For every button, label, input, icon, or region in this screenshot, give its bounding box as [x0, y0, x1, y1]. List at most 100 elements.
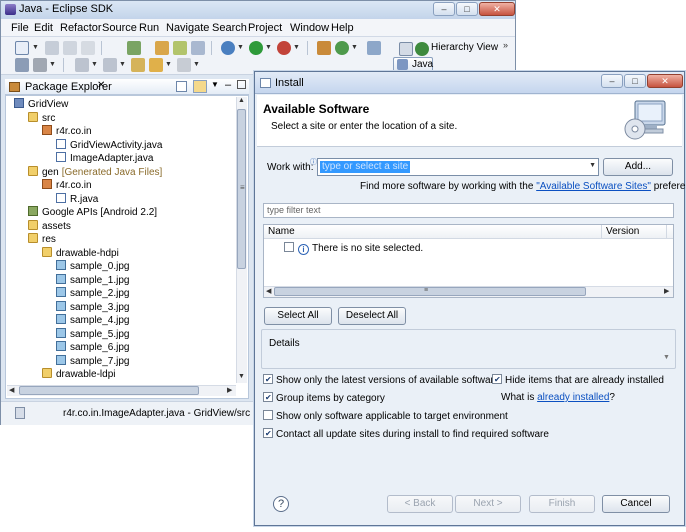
tree-item[interactable]: drawable-ldpi — [42, 368, 115, 381]
option-target-environment[interactable]: Show only software applicable to target … — [263, 410, 508, 422]
tree-item[interactable]: GridView — [14, 98, 68, 111]
option-contact-update-sites[interactable]: Contact all update sites during install … — [263, 428, 549, 440]
tree-item[interactable]: sample_5.jpg — [56, 327, 129, 341]
previous-annotation-icon[interactable] — [103, 58, 117, 72]
already-installed-link[interactable]: already installed — [537, 392, 609, 403]
dialog-maximize-button[interactable]: □ — [624, 74, 646, 88]
latest-versions-checkbox[interactable] — [263, 374, 273, 385]
work-with-combo[interactable]: type or select a site ▼ — [317, 158, 599, 176]
new-class-icon[interactable] — [335, 41, 349, 55]
scroll-right-icon[interactable]: ▶ — [664, 287, 669, 295]
save-icon[interactable] — [45, 41, 59, 55]
chevron-down-icon[interactable]: ▼ — [91, 61, 98, 68]
chevron-down-icon[interactable]: ▼ — [165, 61, 172, 68]
filter-input[interactable]: type filter text — [263, 203, 674, 218]
menu-navigate[interactable]: Navigate — [166, 22, 209, 34]
maximize-view-icon[interactable] — [237, 80, 246, 89]
scroll-left-icon[interactable]: ◀ — [266, 287, 271, 295]
new-android-project-icon[interactable] — [173, 41, 187, 55]
tree-item[interactable]: sample_6.jpg — [56, 341, 129, 354]
menu-source[interactable]: Source — [102, 22, 137, 34]
table-scrollbar-thumb[interactable] — [274, 287, 586, 296]
menu-run[interactable]: Run — [139, 22, 159, 34]
scroll-up-icon[interactable]: ▲ — [238, 97, 245, 104]
close-button[interactable]: ✕ — [479, 2, 515, 16]
add-site-button[interactable]: Add... — [603, 158, 673, 176]
table-row[interactable]: i There is no site selected. — [284, 242, 423, 255]
last-edit-icon[interactable] — [131, 58, 145, 72]
chevron-down-icon[interactable]: ▼ — [293, 44, 300, 51]
hide-installed-checkbox[interactable] — [492, 374, 502, 385]
next-button[interactable]: Next > — [455, 495, 521, 513]
tree-item[interactable]: src — [28, 111, 55, 125]
tree-item[interactable]: assets — [28, 219, 71, 233]
collapse-all-icon[interactable] — [176, 81, 187, 92]
dialog-close-button[interactable]: ✕ — [647, 74, 683, 88]
tree-item[interactable]: ImageAdapter.java — [56, 152, 153, 165]
scroll-down-icon[interactable]: ▼ — [238, 373, 245, 380]
minimize-button[interactable]: – — [433, 2, 455, 16]
menu-search[interactable]: Search — [212, 22, 247, 34]
search-icon[interactable] — [367, 41, 381, 55]
tree-item[interactable]: GridViewActivity.java — [56, 138, 162, 152]
column-version[interactable]: Version — [606, 226, 639, 237]
view-menu-icon[interactable]: ▼ — [211, 80, 219, 89]
tree-item[interactable]: R.java — [56, 192, 98, 206]
back-icon[interactable] — [149, 58, 163, 72]
tree-item[interactable]: sample_7.jpg — [56, 354, 129, 368]
tree-item[interactable]: Google APIs [Android 2.2] — [28, 206, 157, 219]
column-divider[interactable] — [601, 225, 602, 239]
save-all-icon[interactable] — [63, 41, 77, 55]
tree-item[interactable]: r4r.co.in — [42, 179, 92, 192]
tree-item[interactable]: gen [Generated Java Files] — [28, 165, 162, 179]
package-explorer-tab[interactable]: Package Explorer ✕ ▼ – — [5, 79, 249, 95]
menu-project[interactable]: Project — [248, 22, 282, 34]
menu-window[interactable]: Window — [290, 22, 329, 34]
next-annotation-icon[interactable] — [75, 58, 89, 72]
more-perspectives-icon[interactable]: » — [503, 40, 508, 50]
minimize-view-icon[interactable]: – — [225, 79, 231, 91]
back-button[interactable]: < Back — [387, 495, 453, 513]
column-name[interactable]: Name — [268, 226, 295, 237]
run-icon[interactable] — [249, 41, 263, 55]
tree-item[interactable]: sample_1.jpg — [56, 273, 129, 287]
target-environment-checkbox[interactable] — [263, 410, 273, 420]
open-project-icon[interactable] — [15, 58, 29, 72]
contact-update-sites-checkbox[interactable] — [263, 428, 273, 439]
deselect-all-button[interactable]: Deselect All — [338, 307, 406, 325]
chevron-down-icon[interactable]: ▼ — [119, 61, 126, 68]
option-hide-installed[interactable]: Hide items that are already installed — [492, 374, 664, 386]
forward-icon[interactable] — [177, 58, 191, 72]
option-latest-versions[interactable]: Show only the latest versions of availab… — [263, 374, 499, 386]
link-with-editor-icon[interactable] — [193, 80, 207, 93]
tree-item[interactable]: sample_0.jpg — [56, 260, 129, 273]
chevron-down-icon[interactable]: ▼ — [237, 44, 244, 51]
tree-item[interactable]: drawable-hdpi — [42, 246, 119, 260]
scroll-right-icon[interactable]: ▶ — [227, 386, 232, 394]
row-checkbox[interactable] — [284, 242, 294, 252]
tree-item[interactable]: r4r.co.in — [42, 125, 92, 138]
dialog-minimize-button[interactable]: – — [601, 74, 623, 88]
group-by-category-checkbox[interactable] — [263, 392, 273, 403]
menu-edit[interactable]: Edit — [34, 22, 53, 34]
chevron-down-icon[interactable]: ▼ — [351, 44, 358, 51]
new-java-class-icon[interactable] — [191, 41, 205, 55]
tree-item[interactable]: sample_4.jpg — [56, 314, 129, 327]
menu-refactor[interactable]: Refactor — [60, 22, 102, 34]
help-button[interactable]: ? — [273, 496, 289, 512]
debug-icon[interactable] — [221, 41, 235, 55]
chevron-down-icon[interactable]: ▼ — [49, 61, 56, 68]
chevron-down-icon[interactable]: ▼ — [32, 44, 39, 51]
column-divider[interactable] — [666, 225, 667, 239]
chevron-down-icon[interactable]: ▼ — [265, 44, 272, 51]
tree-item[interactable]: res — [28, 233, 56, 246]
close-view-icon[interactable]: ✕ — [97, 80, 105, 91]
menu-file[interactable]: File — [11, 22, 29, 34]
maximize-button[interactable]: □ — [456, 2, 478, 16]
select-all-button[interactable]: Select All — [264, 307, 332, 325]
details-scroll-icon[interactable]: ▼ — [663, 354, 670, 361]
open-perspective-icon[interactable] — [399, 42, 413, 56]
print-icon[interactable] — [81, 41, 95, 55]
hierarchy-view-label[interactable]: Hierarchy View — [431, 42, 498, 53]
new-package-icon[interactable] — [317, 41, 331, 55]
